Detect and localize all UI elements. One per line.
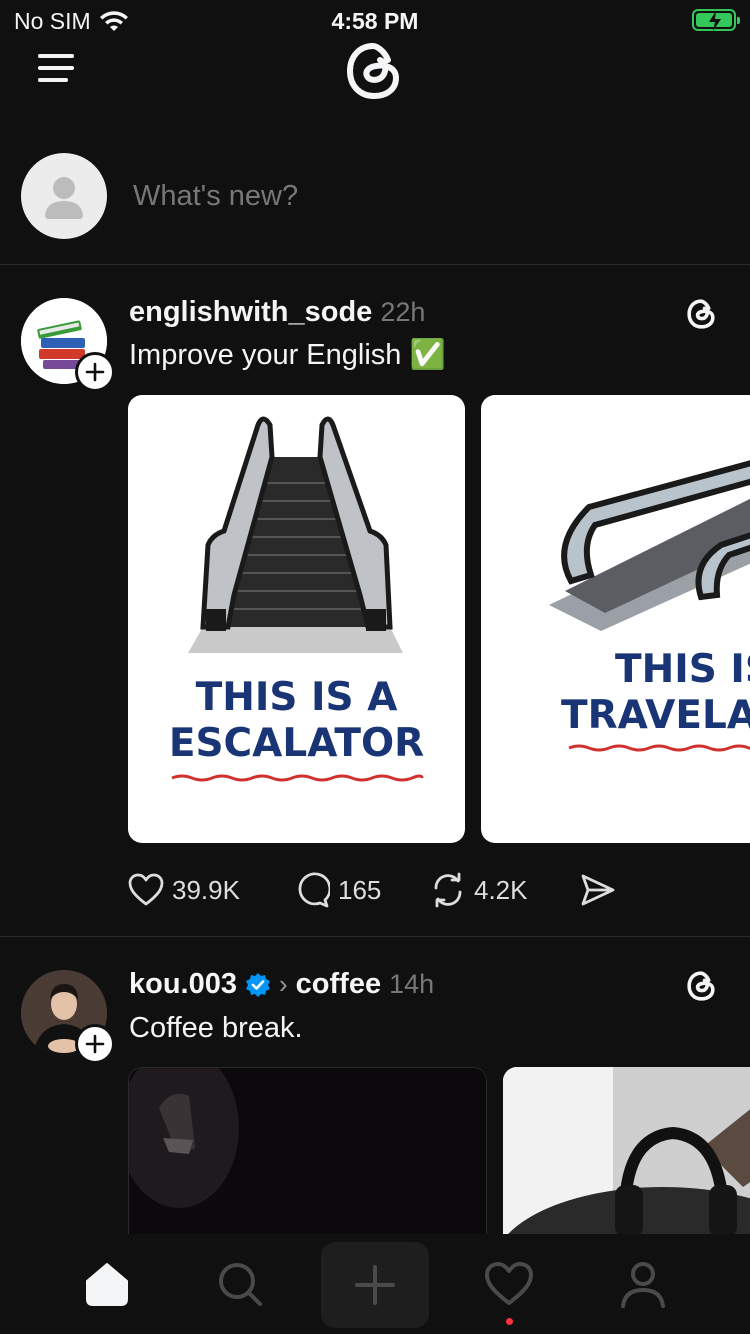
like-button[interactable]: 39.9K: [128, 873, 294, 907]
media-card[interactable]: THIS IS TRAVELAT: [481, 395, 750, 843]
my-avatar[interactable]: [21, 153, 107, 239]
post-actions: 39.9K 165 4.2K: [128, 872, 616, 908]
battery-icon: [692, 9, 740, 31]
plus-icon: [85, 362, 105, 382]
media-carousel[interactable]: [128, 1067, 750, 1234]
status-bar: No SIM 4:58 PM: [0, 0, 750, 40]
headphones-photo: [503, 1067, 750, 1234]
post-topic[interactable]: coffee: [296, 968, 381, 1001]
post-text: Improve your English ✅: [129, 339, 446, 371]
red-underline: [568, 744, 750, 752]
post-meta: kou.003 › coffee 14h: [129, 968, 434, 1001]
menu-button[interactable]: [38, 52, 74, 84]
plus-icon: [355, 1265, 395, 1305]
media-carousel[interactable]: THIS IS A ESCALATOR THIS IS TRAVELAT: [128, 395, 750, 843]
card-caption-line2: ESCALATOR: [168, 721, 425, 766]
card-caption-line1: THIS IS A: [195, 675, 398, 720]
threads-icon[interactable]: [684, 296, 720, 332]
reply-count: 165: [338, 874, 382, 905]
threads-logo-icon[interactable]: [340, 36, 410, 106]
media-card[interactable]: [128, 1067, 487, 1234]
status-time: 4:58 PM: [331, 8, 419, 34]
send-icon: [581, 874, 615, 906]
profile-icon: [621, 1262, 665, 1308]
follow-button[interactable]: [75, 352, 115, 392]
divider: [0, 936, 750, 937]
follow-button[interactable]: [75, 1024, 115, 1064]
post-avatar[interactable]: [21, 298, 115, 392]
user-silhouette-icon: [45, 177, 83, 219]
travelator-image: [549, 460, 750, 631]
post-meta: englishwith_sode 22h: [129, 296, 425, 329]
nav-create[interactable]: [321, 1242, 429, 1328]
red-underline: [171, 774, 424, 782]
notification-dot: [506, 1318, 513, 1325]
dark-photo: [129, 1068, 486, 1234]
repost-button[interactable]: 4.2K: [430, 872, 580, 908]
nav-activity[interactable]: [459, 1244, 559, 1324]
repost-icon: [434, 872, 462, 908]
card-caption-line2: TRAVELAT: [561, 693, 750, 738]
post-text: Coffee break.: [129, 1012, 303, 1044]
media-card[interactable]: THIS IS A ESCALATOR: [128, 395, 465, 843]
heart-icon: [128, 873, 164, 906]
nav-profile[interactable]: [593, 1244, 693, 1324]
bottom-nav: [0, 1234, 750, 1334]
threads-icon[interactable]: [684, 968, 720, 1004]
verified-badge-icon: [246, 972, 270, 997]
repost-count: 4.2K: [474, 874, 528, 905]
share-button[interactable]: [580, 873, 616, 907]
nav-home[interactable]: [57, 1244, 157, 1324]
chevron-right-icon: ›: [279, 969, 288, 999]
heart-icon: [485, 1262, 533, 1305]
plus-icon: [85, 1034, 105, 1054]
home-icon: [86, 1263, 128, 1306]
media-card[interactable]: [503, 1067, 750, 1234]
post-time: 22h: [380, 297, 426, 327]
post: englishwith_sode 22h Improve your Englis…: [0, 296, 750, 908]
post: kou.003 › coffee 14h Coffee break.: [0, 968, 750, 1234]
nav-search[interactable]: [190, 1244, 290, 1324]
composer-placeholder[interactable]: What's new?: [133, 180, 298, 213]
card-caption-line1: THIS IS: [615, 647, 750, 692]
escalator-image: [188, 416, 403, 653]
reply-button[interactable]: 165: [294, 872, 430, 908]
post-username[interactable]: kou.003: [129, 968, 237, 1001]
post-avatar[interactable]: [21, 970, 115, 1064]
post-time: 14h: [389, 969, 435, 999]
divider: [0, 264, 750, 265]
post-username[interactable]: englishwith_sode: [129, 296, 372, 329]
composer[interactable]: What's new?: [0, 150, 750, 242]
like-count: 39.9K: [172, 874, 240, 905]
search-icon: [219, 1263, 262, 1306]
comment-icon: [298, 872, 330, 908]
